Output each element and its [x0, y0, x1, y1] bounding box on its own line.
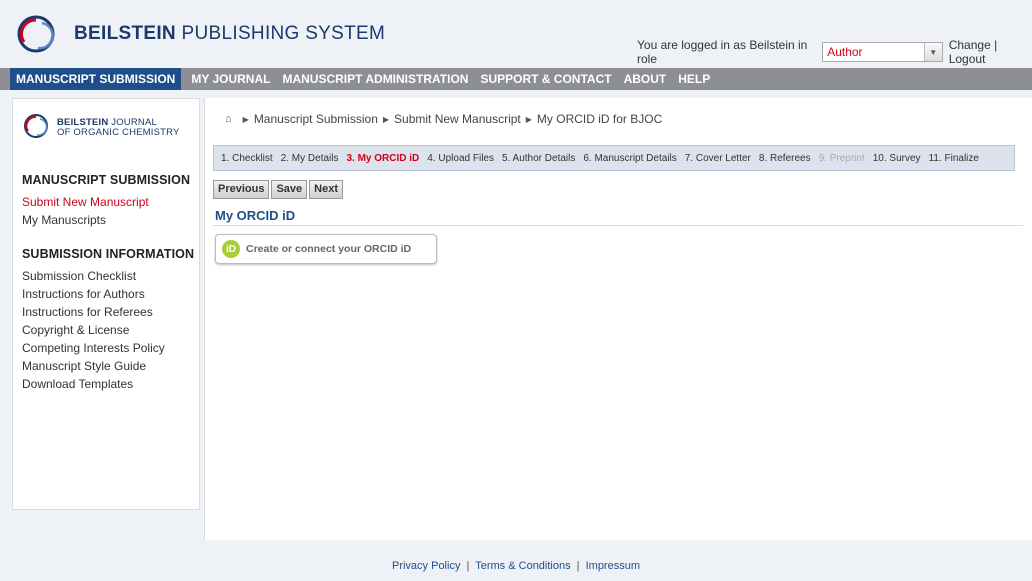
sidebar-item-download-templates[interactable]: Download Templates — [22, 377, 133, 391]
nav-my-journal[interactable]: MY JOURNAL — [185, 68, 276, 90]
journal-name-rest2: OF ORGANIC CHEMISTRY — [57, 127, 180, 138]
link-separator: | — [994, 38, 998, 52]
nav-manuscript-submission[interactable]: MANUSCRIPT SUBMISSION — [10, 68, 182, 90]
submission-steps: 1. Checklist 2. My Details 3. My ORCID i… — [213, 145, 1015, 171]
role-select[interactable]: Author ▼ — [822, 42, 943, 62]
sidebar: BEILSTEIN JOURNAL OF ORGANIC CHEMISTRY M… — [12, 98, 200, 510]
logout-link[interactable]: Logout — [949, 52, 986, 66]
breadcrumb-item[interactable]: Submit New Manuscript — [394, 112, 521, 126]
step-preprint: 9. Preprint — [818, 152, 865, 164]
breadcrumb-arrow-icon: ▶ — [242, 114, 249, 124]
orcid-icon: iD — [222, 240, 240, 258]
terms-conditions-link[interactable]: Terms & Conditions — [475, 560, 570, 572]
journal-logo-icon — [24, 114, 48, 138]
sidebar-item-copyright-license[interactable]: Copyright & License — [22, 323, 129, 337]
sidebar-item-competing-interests[interactable]: Competing Interests Policy — [22, 341, 165, 355]
footer-separator: | — [576, 560, 580, 572]
page-title: My ORCID iD — [215, 208, 296, 223]
button-row: Previous Save Next — [213, 180, 345, 199]
save-button[interactable]: Save — [271, 180, 308, 199]
site-header: BEILSTEIN PUBLISHING SYSTEM You are logg… — [0, 0, 1032, 68]
next-button[interactable]: Next — [309, 180, 344, 199]
login-text: You are logged in as Beilstein in role — [637, 38, 808, 66]
privacy-policy-link[interactable]: Privacy Policy — [392, 560, 460, 572]
breadcrumb: ⌂ ▶ Manuscript Submission ▶ Submit New M… — [225, 112, 662, 126]
sidebar-item-submission-checklist[interactable]: Submission Checklist — [22, 269, 136, 283]
step-checklist[interactable]: 1. Checklist — [221, 153, 273, 164]
nav-about[interactable]: ABOUT — [618, 68, 673, 90]
breadcrumb-item[interactable]: Manuscript Submission — [254, 112, 378, 126]
breadcrumb-arrow-icon: ▶ — [382, 114, 390, 124]
journal-name[interactable]: BEILSTEIN JOURNAL OF ORGANIC CHEMISTRY — [57, 118, 180, 138]
nav-manuscript-administration[interactable]: MANUSCRIPT ADMINISTRATION — [276, 68, 474, 90]
step-survey[interactable]: 10. Survey — [873, 153, 921, 164]
change-link[interactable]: Change — [949, 38, 991, 52]
footer: Privacy Policy | Terms & Conditions | Im… — [0, 560, 1032, 572]
step-author-details[interactable]: 5. Author Details — [502, 153, 575, 164]
brand-bold: BEILSTEIN — [74, 23, 176, 44]
divider — [213, 225, 1023, 226]
step-finalize[interactable]: 11. Finalize — [929, 153, 979, 164]
sidebar-item-instructions-referees[interactable]: Instructions for Referees — [22, 305, 153, 319]
breadcrumb-current: My ORCID iD for BJOC — [536, 112, 663, 126]
footer-separator: | — [466, 560, 470, 572]
nav-help[interactable]: HELP — [672, 68, 716, 90]
home-icon[interactable]: ⌂ — [225, 113, 232, 125]
step-my-orcid[interactable]: 3. My ORCID iD — [346, 153, 419, 164]
login-status: You are logged in as Beilstein in role A… — [637, 38, 1032, 66]
sidebar-item-my-manuscripts[interactable]: My Manuscripts — [22, 213, 106, 227]
step-referees[interactable]: 8. Referees — [759, 153, 811, 164]
step-upload-files[interactable]: 4. Upload Files — [427, 153, 494, 164]
impressum-link[interactable]: Impressum — [586, 560, 640, 572]
chevron-down-icon[interactable]: ▼ — [923, 43, 942, 61]
sidebar-item-submit-new-manuscript[interactable]: Submit New Manuscript — [22, 195, 149, 209]
brand-title[interactable]: BEILSTEIN PUBLISHING SYSTEM — [74, 23, 385, 45]
breadcrumb-arrow-icon: ▶ — [525, 114, 532, 124]
main-nav: MANUSCRIPT SUBMISSION MY JOURNAL MANUSCR… — [0, 68, 1032, 90]
previous-button[interactable]: Previous — [213, 180, 270, 199]
role-value: Author — [827, 45, 863, 59]
beilstein-logo-icon — [17, 15, 55, 53]
main-content: ⌂ ▶ Manuscript Submission ▶ Submit New M… — [204, 98, 1032, 540]
step-manuscript-details[interactable]: 6. Manuscript Details — [583, 153, 676, 164]
sidebar-item-instructions-authors[interactable]: Instructions for Authors — [22, 287, 145, 301]
step-my-details[interactable]: 2. My Details — [281, 153, 339, 164]
orcid-connect-button[interactable]: iD Create or connect your ORCID iD — [215, 234, 437, 264]
sidebar-heading-submission: MANUSCRIPT SUBMISSION — [22, 173, 191, 187]
orcid-connect-label: Create or connect your ORCID iD — [246, 243, 412, 255]
nav-support-contact[interactable]: SUPPORT & CONTACT — [474, 68, 617, 90]
sidebar-item-style-guide[interactable]: Manuscript Style Guide — [22, 359, 146, 373]
brand-light: PUBLISHING SYSTEM — [181, 23, 386, 44]
step-cover-letter[interactable]: 7. Cover Letter — [685, 153, 751, 164]
sidebar-heading-information: SUBMISSION INFORMATION — [22, 247, 195, 261]
